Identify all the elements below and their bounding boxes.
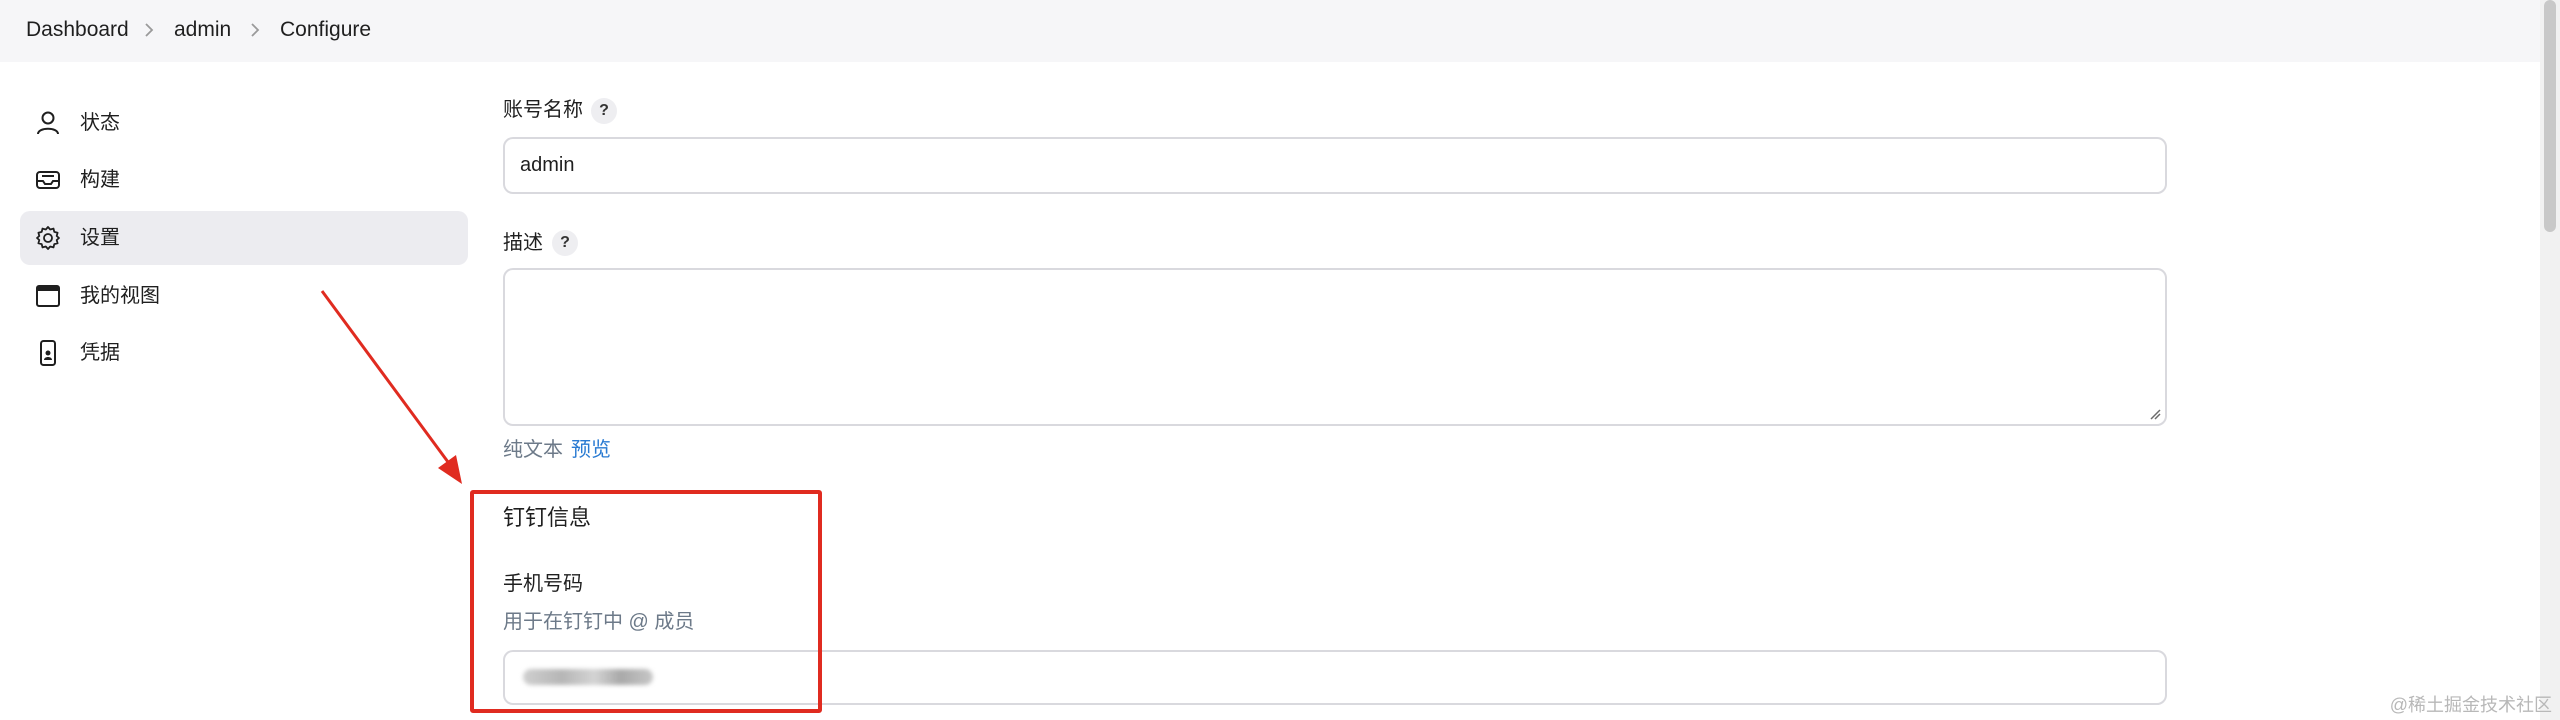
preview-link[interactable]: 预览 <box>571 438 611 462</box>
breadcrumb-dashboard[interactable]: Dashboard <box>26 18 129 42</box>
sidebar-item-my-views[interactable]: 我的视图 <box>20 269 468 323</box>
scrollbar[interactable] <box>2540 0 2560 720</box>
chevron-right-icon <box>145 23 154 37</box>
resize-grip-icon[interactable] <box>2149 408 2161 420</box>
breadcrumb-bar: Dashboard admin Configure <box>0 0 2540 62</box>
scrollbar-thumb[interactable] <box>2544 0 2556 232</box>
sidebar-item-status[interactable]: 状态 <box>20 96 468 150</box>
account-name-label: 账号名称 <box>503 99 583 121</box>
chevron-right-icon <box>251 23 260 37</box>
sidebar-item-settings[interactable]: 设置 <box>20 211 468 265</box>
sidebar-item-label: 状态 <box>80 112 120 134</box>
inbox-icon <box>36 171 60 189</box>
description-help-button[interactable]: ? <box>552 230 578 256</box>
sidebar-item-build[interactable]: 构建 <box>20 153 468 207</box>
sidebar-item-label: 设置 <box>80 227 120 249</box>
user-icon <box>37 111 59 135</box>
plain-text-link[interactable]: 纯文本 <box>503 438 563 462</box>
account-name-value: admin <box>520 154 575 176</box>
window-icon <box>36 285 60 307</box>
description-textarea[interactable] <box>503 268 2167 426</box>
sidebar-item-credentials[interactable]: 凭据 <box>20 326 468 380</box>
sidebar-item-label: 我的视图 <box>80 285 160 307</box>
phone-badge-icon <box>40 340 56 366</box>
annotation-highlight-box <box>470 490 822 713</box>
account-name-help-button[interactable]: ? <box>591 98 617 124</box>
account-name-input[interactable]: admin <box>503 137 2167 194</box>
gear-icon <box>36 226 60 250</box>
sidebar-item-label: 凭据 <box>80 342 120 364</box>
description-label: 描述 <box>503 232 543 254</box>
watermark: @稀土掘金技术社区 <box>2389 695 2552 715</box>
breadcrumb-configure[interactable]: Configure <box>280 18 371 42</box>
breadcrumb-admin[interactable]: admin <box>174 18 231 42</box>
sidebar-item-label: 构建 <box>80 169 120 191</box>
